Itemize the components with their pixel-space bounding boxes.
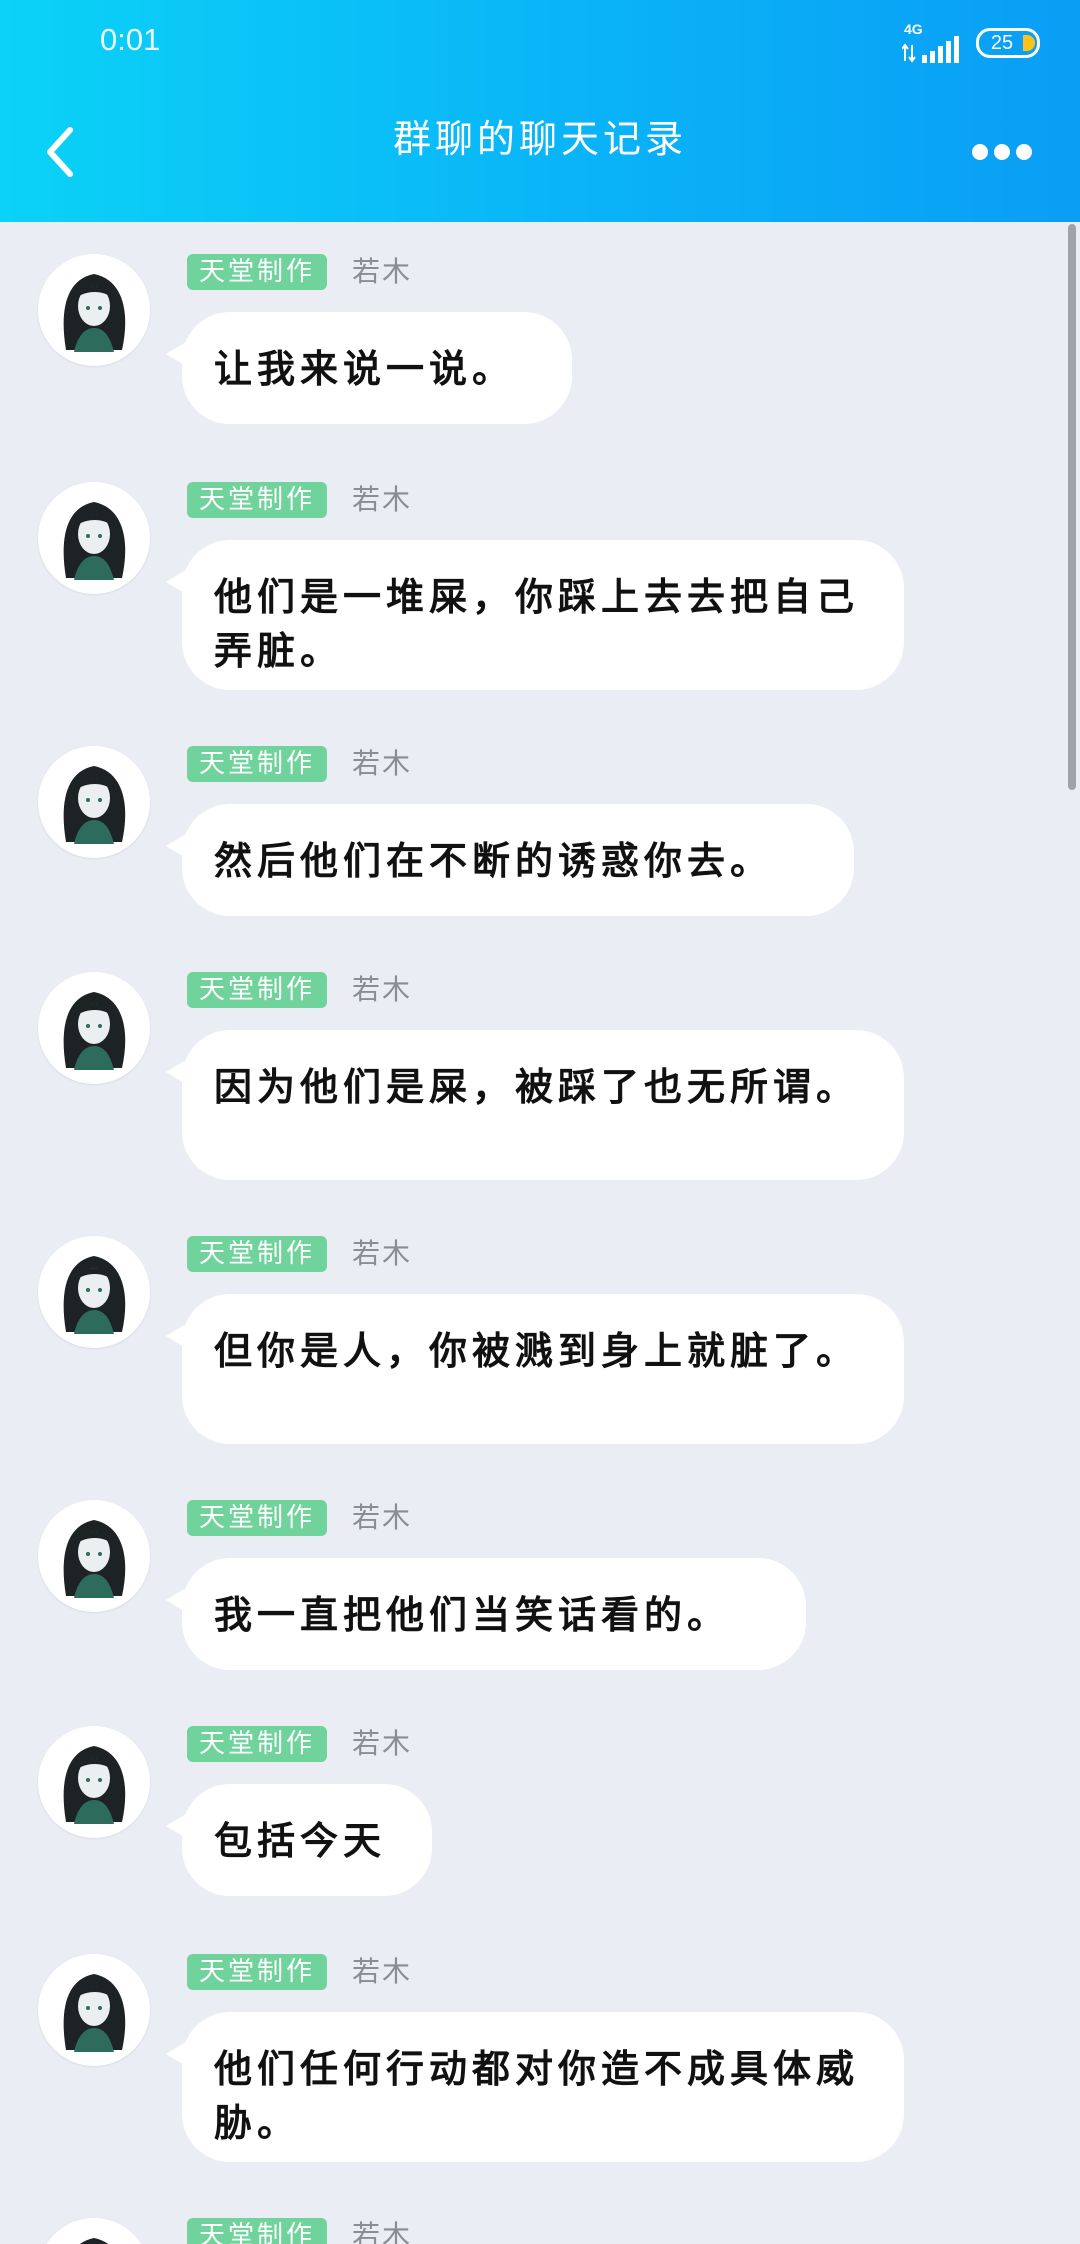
avatar[interactable] (38, 1726, 150, 1838)
group-tag-badge: 天堂制作 (187, 972, 328, 1008)
more-button[interactable] (972, 140, 1032, 164)
avatar[interactable] (38, 254, 150, 366)
sender-name[interactable]: 若木 (352, 1236, 412, 1272)
sender-name[interactable]: 若木 (352, 972, 412, 1008)
avatar[interactable] (38, 1954, 150, 2066)
group-tag-badge: 天堂制作 (187, 746, 328, 782)
battery-icon: 25 (976, 28, 1040, 58)
message-list[interactable]: 天堂制作 若木 让我来说一说。 天堂制作 若木 他们是一堆屎，你踩上去去把自己弄… (0, 222, 1080, 2244)
avatar[interactable] (38, 1236, 150, 1348)
avatar-image (38, 1726, 150, 1838)
avatar-image (38, 972, 150, 1084)
group-tag-badge: 天堂制作 (187, 1954, 328, 1990)
battery-level: 25 (990, 31, 1014, 54)
avatar-image (38, 1500, 150, 1612)
signal-icon: 4G (902, 21, 960, 65)
sender-name[interactable]: 若木 (352, 2218, 412, 2244)
group-tag-badge: 天堂制作 (187, 1236, 328, 1272)
message-bubble[interactable]: 但你是人，你被溅到身上就脏了。 (166, 1294, 904, 1444)
avatar[interactable] (38, 1500, 150, 1612)
status-icons: 4G 25 (902, 20, 1040, 66)
status-time: 0:01 (100, 22, 161, 57)
message-bubble[interactable]: 他们是一堆屎，你踩上去去把自己弄脏。 (166, 540, 904, 690)
message-bubble[interactable]: 他们任何行动都对你造不成具体威胁。 (166, 2012, 904, 2162)
sender-name[interactable]: 若木 (352, 254, 412, 290)
avatar-image (38, 482, 150, 594)
avatar-image (38, 1954, 150, 2066)
scrollbar[interactable] (1068, 224, 1076, 790)
group-tag-badge: 天堂制作 (187, 2218, 328, 2244)
avatar[interactable] (38, 482, 150, 594)
message-bubble[interactable]: 因为他们是屎，被踩了也无所谓。 (166, 1030, 904, 1180)
avatar[interactable] (38, 972, 150, 1084)
message-bubble[interactable]: 让我来说一说。 (166, 312, 572, 424)
avatar[interactable] (38, 2218, 150, 2244)
sender-name[interactable]: 若木 (352, 482, 412, 518)
message-bubble[interactable]: 我一直把他们当笑话看的。 (166, 1558, 806, 1670)
sender-name[interactable]: 若木 (352, 1500, 412, 1536)
group-tag-badge: 天堂制作 (187, 254, 328, 290)
group-tag-badge: 天堂制作 (187, 1500, 328, 1536)
group-tag-badge: 天堂制作 (187, 1726, 328, 1762)
message-bubble[interactable]: 包括今天 (166, 1784, 432, 1896)
sender-name[interactable]: 若木 (352, 1726, 412, 1762)
avatar-image (38, 1236, 150, 1348)
more-dots-icon (972, 144, 988, 160)
avatar-image (46, 2218, 142, 2244)
sender-name[interactable]: 若木 (352, 1954, 412, 1990)
group-tag-badge: 天堂制作 (187, 482, 328, 518)
avatar-image (38, 746, 150, 858)
sender-name[interactable]: 若木 (352, 746, 412, 782)
page-title: 群聊的聊天记录 (392, 117, 687, 161)
message-bubble[interactable]: 然后他们在不断的诱惑你去。 (166, 804, 854, 916)
avatar-image (38, 254, 150, 366)
app-header: 0:01 4G 25 群聊的聊天记录 (0, 0, 1080, 222)
avatar[interactable] (38, 746, 150, 858)
